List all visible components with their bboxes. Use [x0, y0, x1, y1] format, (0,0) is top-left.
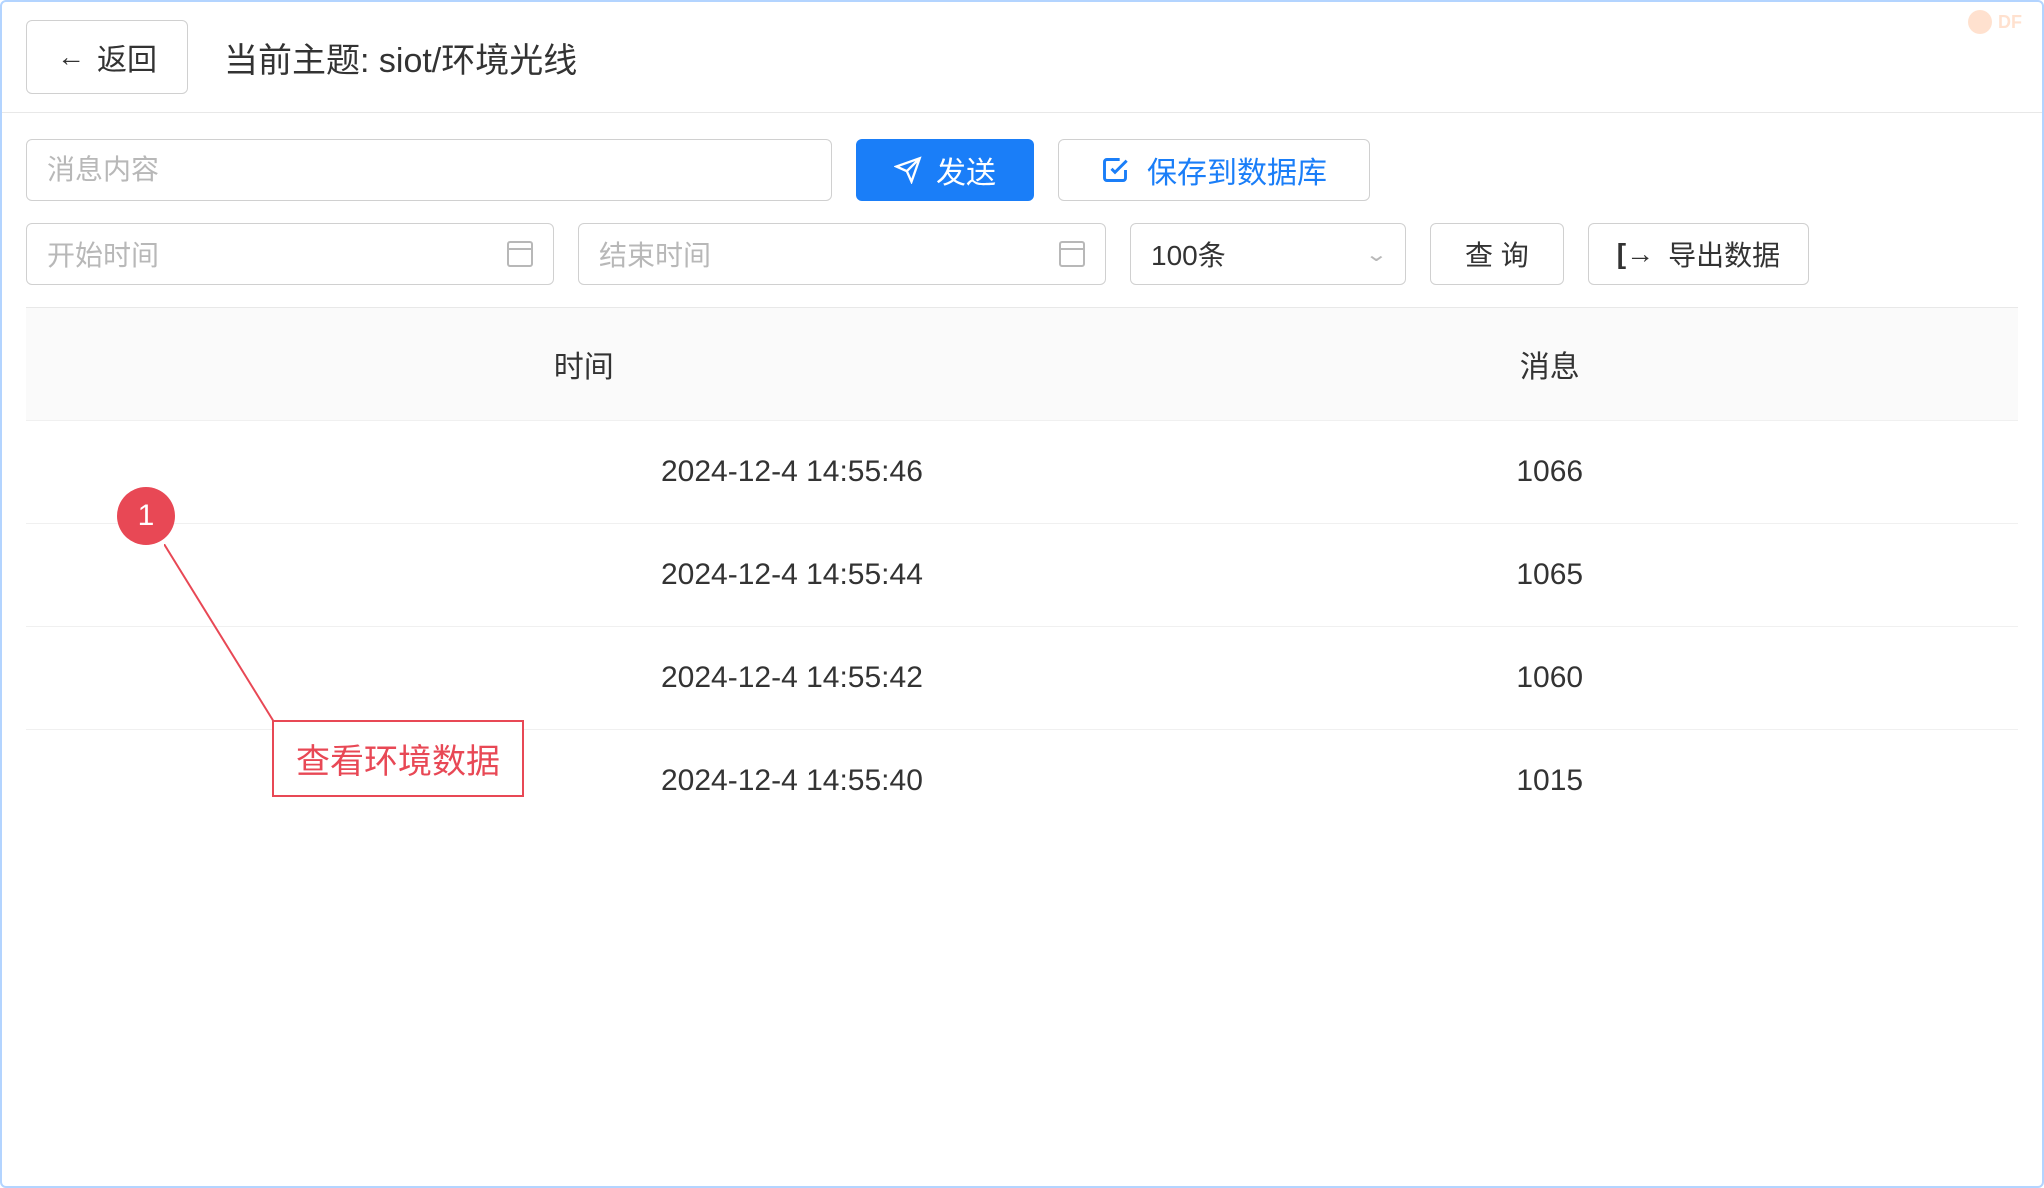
watermark: DF [1968, 10, 2022, 34]
watermark-text: DF [1998, 12, 2022, 33]
send-button[interactable]: 发送 [856, 139, 1034, 201]
table-row: 2024-12-4 14:55:42 1060 [26, 627, 2018, 730]
page-title: 当前主题: siot/环境光线 [224, 33, 577, 82]
checkbox-icon [1101, 156, 1129, 184]
table-cell-time: 2024-12-4 14:55:44 [26, 558, 1142, 592]
end-time-input[interactable]: 结束时间 [578, 223, 1106, 285]
export-button-label: 导出数据 [1668, 234, 1780, 274]
table-cell-message: 1060 [1142, 661, 2018, 695]
end-time-placeholder: 结束时间 [599, 234, 711, 274]
table-cell-message: 1066 [1142, 455, 2018, 489]
annotation-label: 查看环境数据 [296, 743, 500, 781]
page-header: ← 返回 当前主题: siot/环境光线 [2, 2, 2042, 113]
annotation-badge: 1 [117, 487, 175, 545]
table-cell-time: 2024-12-4 14:55:46 [26, 455, 1142, 489]
arrow-left-icon: ← [57, 43, 85, 71]
export-icon: [→ [1617, 238, 1654, 270]
query-button[interactable]: 查 询 [1430, 223, 1564, 285]
table-cell-message: 1015 [1142, 764, 2018, 798]
table-row: 2024-12-4 14:55:44 1065 [26, 524, 2018, 627]
table-header-message: 消息 [1142, 342, 2018, 386]
start-time-placeholder: 开始时间 [47, 234, 159, 274]
send-button-label: 发送 [936, 148, 996, 192]
chevron-down-icon: ⌄ [1365, 242, 1388, 267]
back-button-label: 返回 [97, 35, 157, 79]
query-button-label: 查 询 [1465, 240, 1529, 271]
table-header-time: 时间 [26, 342, 1142, 386]
annotation-label-box: 查看环境数据 [272, 720, 524, 797]
table-cell-time: 2024-12-4 14:55:42 [26, 661, 1142, 695]
table-header: 时间 消息 [26, 308, 2018, 421]
save-database-button[interactable]: 保存到数据库 [1058, 139, 1370, 201]
watermark-icon [1968, 10, 1992, 34]
table-cell-time: 2024-12-4 14:55:40 [26, 764, 1142, 798]
save-database-button-label: 保存到数据库 [1147, 148, 1327, 192]
count-select[interactable]: 100条 ⌄ [1130, 223, 1406, 285]
count-select-value: 100条 [1151, 234, 1226, 274]
table-row: 2024-12-4 14:55:46 1066 [26, 421, 2018, 524]
send-icon [894, 156, 922, 184]
annotation-number: 1 [138, 499, 155, 533]
export-button[interactable]: [→ 导出数据 [1588, 223, 1809, 285]
back-button[interactable]: ← 返回 [26, 20, 188, 94]
start-time-input[interactable]: 开始时间 [26, 223, 554, 285]
message-input[interactable] [26, 139, 832, 201]
table-cell-message: 1065 [1142, 558, 2018, 592]
calendar-icon [1059, 241, 1085, 267]
calendar-icon [507, 241, 533, 267]
